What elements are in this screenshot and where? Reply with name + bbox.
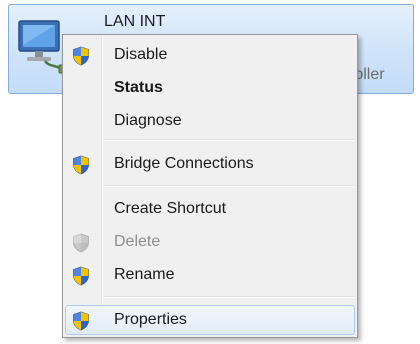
menu-item-delete: Delete (65, 227, 355, 257)
menu-separator (104, 139, 354, 141)
menu-item-label: Diagnose (114, 112, 182, 129)
menu-separator (104, 296, 354, 298)
menu-item-disable[interactable]: Disable (65, 40, 355, 70)
menu-item-status[interactable]: Status (65, 73, 355, 103)
menu-item-label: Create Shortcut (114, 200, 227, 217)
menu-item-label: Disable (114, 46, 168, 63)
context-menu: Disable Status Diagnose Bridge Connectio… (62, 34, 358, 338)
shield-icon (72, 311, 90, 331)
menu-item-label: Properties (114, 311, 187, 328)
menu-item-label: Bridge Connections (114, 155, 254, 172)
menu-item-bridge-connections[interactable]: Bridge Connections (65, 149, 355, 179)
menu-item-rename[interactable]: Rename (65, 260, 355, 290)
shield-icon (72, 233, 90, 253)
menu-item-label: Rename (114, 266, 175, 283)
menu-item-label: Delete (114, 233, 161, 250)
menu-item-properties[interactable]: Properties (65, 305, 355, 335)
shield-icon (72, 155, 90, 175)
connection-title: LAN INT (104, 13, 166, 30)
menu-item-label: Status (114, 79, 163, 96)
menu-item-diagnose[interactable]: Diagnose (65, 106, 355, 136)
menu-item-create-shortcut[interactable]: Create Shortcut (65, 194, 355, 224)
shield-icon (72, 266, 90, 286)
menu-separator (104, 185, 354, 187)
shield-icon (72, 46, 90, 66)
